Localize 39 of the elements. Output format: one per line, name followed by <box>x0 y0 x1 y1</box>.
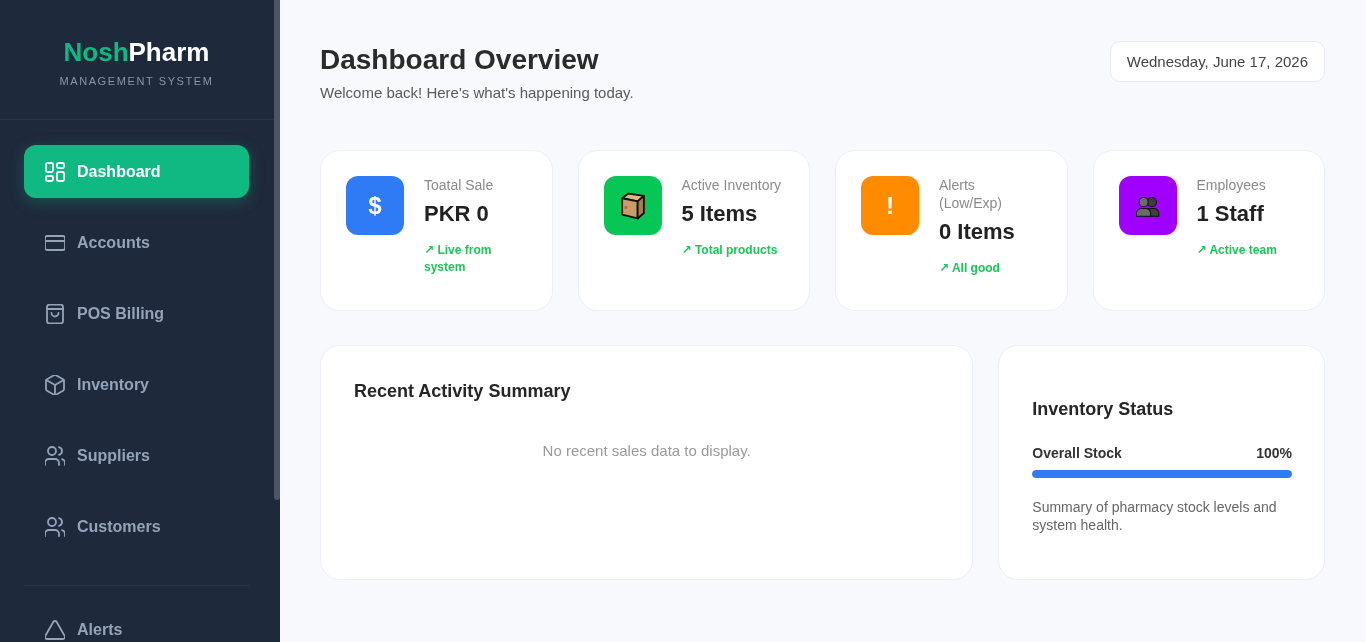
nav-item[interactable]: Suppliers <box>24 429 249 482</box>
metric-reading: 100% <box>1256 444 1292 462</box>
grid-icon <box>45 161 65 182</box>
stat-trend: ↗ Total products <box>681 242 778 259</box>
page-title: Dashboard Overview <box>320 43 600 77</box>
stat-value: 1 Staff <box>1196 200 1264 228</box>
nav-item[interactable]: Accounts <box>24 216 249 269</box>
stat-label: Active Inventory <box>681 176 782 194</box>
nav-item[interactable]: POS Billing <box>24 287 249 340</box>
stat-value: 5 Items <box>681 200 758 228</box>
nav-item[interactable]: Inventory <box>24 358 249 411</box>
stat-label: Employees <box>1196 176 1266 194</box>
stat-trend: ↗ Live from system <box>424 242 493 276</box>
credit-card-icon <box>45 232 65 253</box>
stat-trend: ↗ All good <box>939 260 1000 277</box>
stat-label: Toatal Sale <box>424 176 494 194</box>
exclamation-icon: ! <box>861 176 919 235</box>
metric-label: Overall Stock <box>1032 444 1122 462</box>
dollar-icon: $ <box>346 176 404 235</box>
panel-description: Summary of pharmacy stock levels and system health. <box>1032 498 1278 534</box>
panel-title: Inventory Status <box>1032 398 1175 420</box>
scrollbar-thumb[interactable] <box>274 0 280 500</box>
shopping-bag-icon <box>45 303 65 324</box>
panel-title: Recent Activity Summary <box>354 380 572 402</box>
users-icon <box>45 445 65 466</box>
nav-item[interactable]: Customers <box>24 500 249 553</box>
users-icon <box>45 516 65 537</box>
stat-label: Alerts (Low/Exp) <box>939 176 1004 212</box>
nav-item[interactable]: Alerts <box>24 603 249 642</box>
date-display: Wednesday, June 17, 2026 <box>1109 41 1325 82</box>
stat-value: PKR 0 <box>424 200 489 228</box>
warning-icon <box>45 619 65 640</box>
page-subtitle: Welcome back! Here's what's happening today. <box>320 83 634 103</box>
stat-trend: ↗ Active team <box>1196 242 1277 259</box>
stat-value: 0 Items <box>939 218 1015 246</box>
cube-icon <box>45 374 65 395</box>
empty-message: No recent sales data to display. <box>542 441 751 461</box>
brand-tagline: MANAGEMENT SYSTEM <box>59 75 214 88</box>
brand-logo: NoshPharm <box>63 36 210 68</box>
